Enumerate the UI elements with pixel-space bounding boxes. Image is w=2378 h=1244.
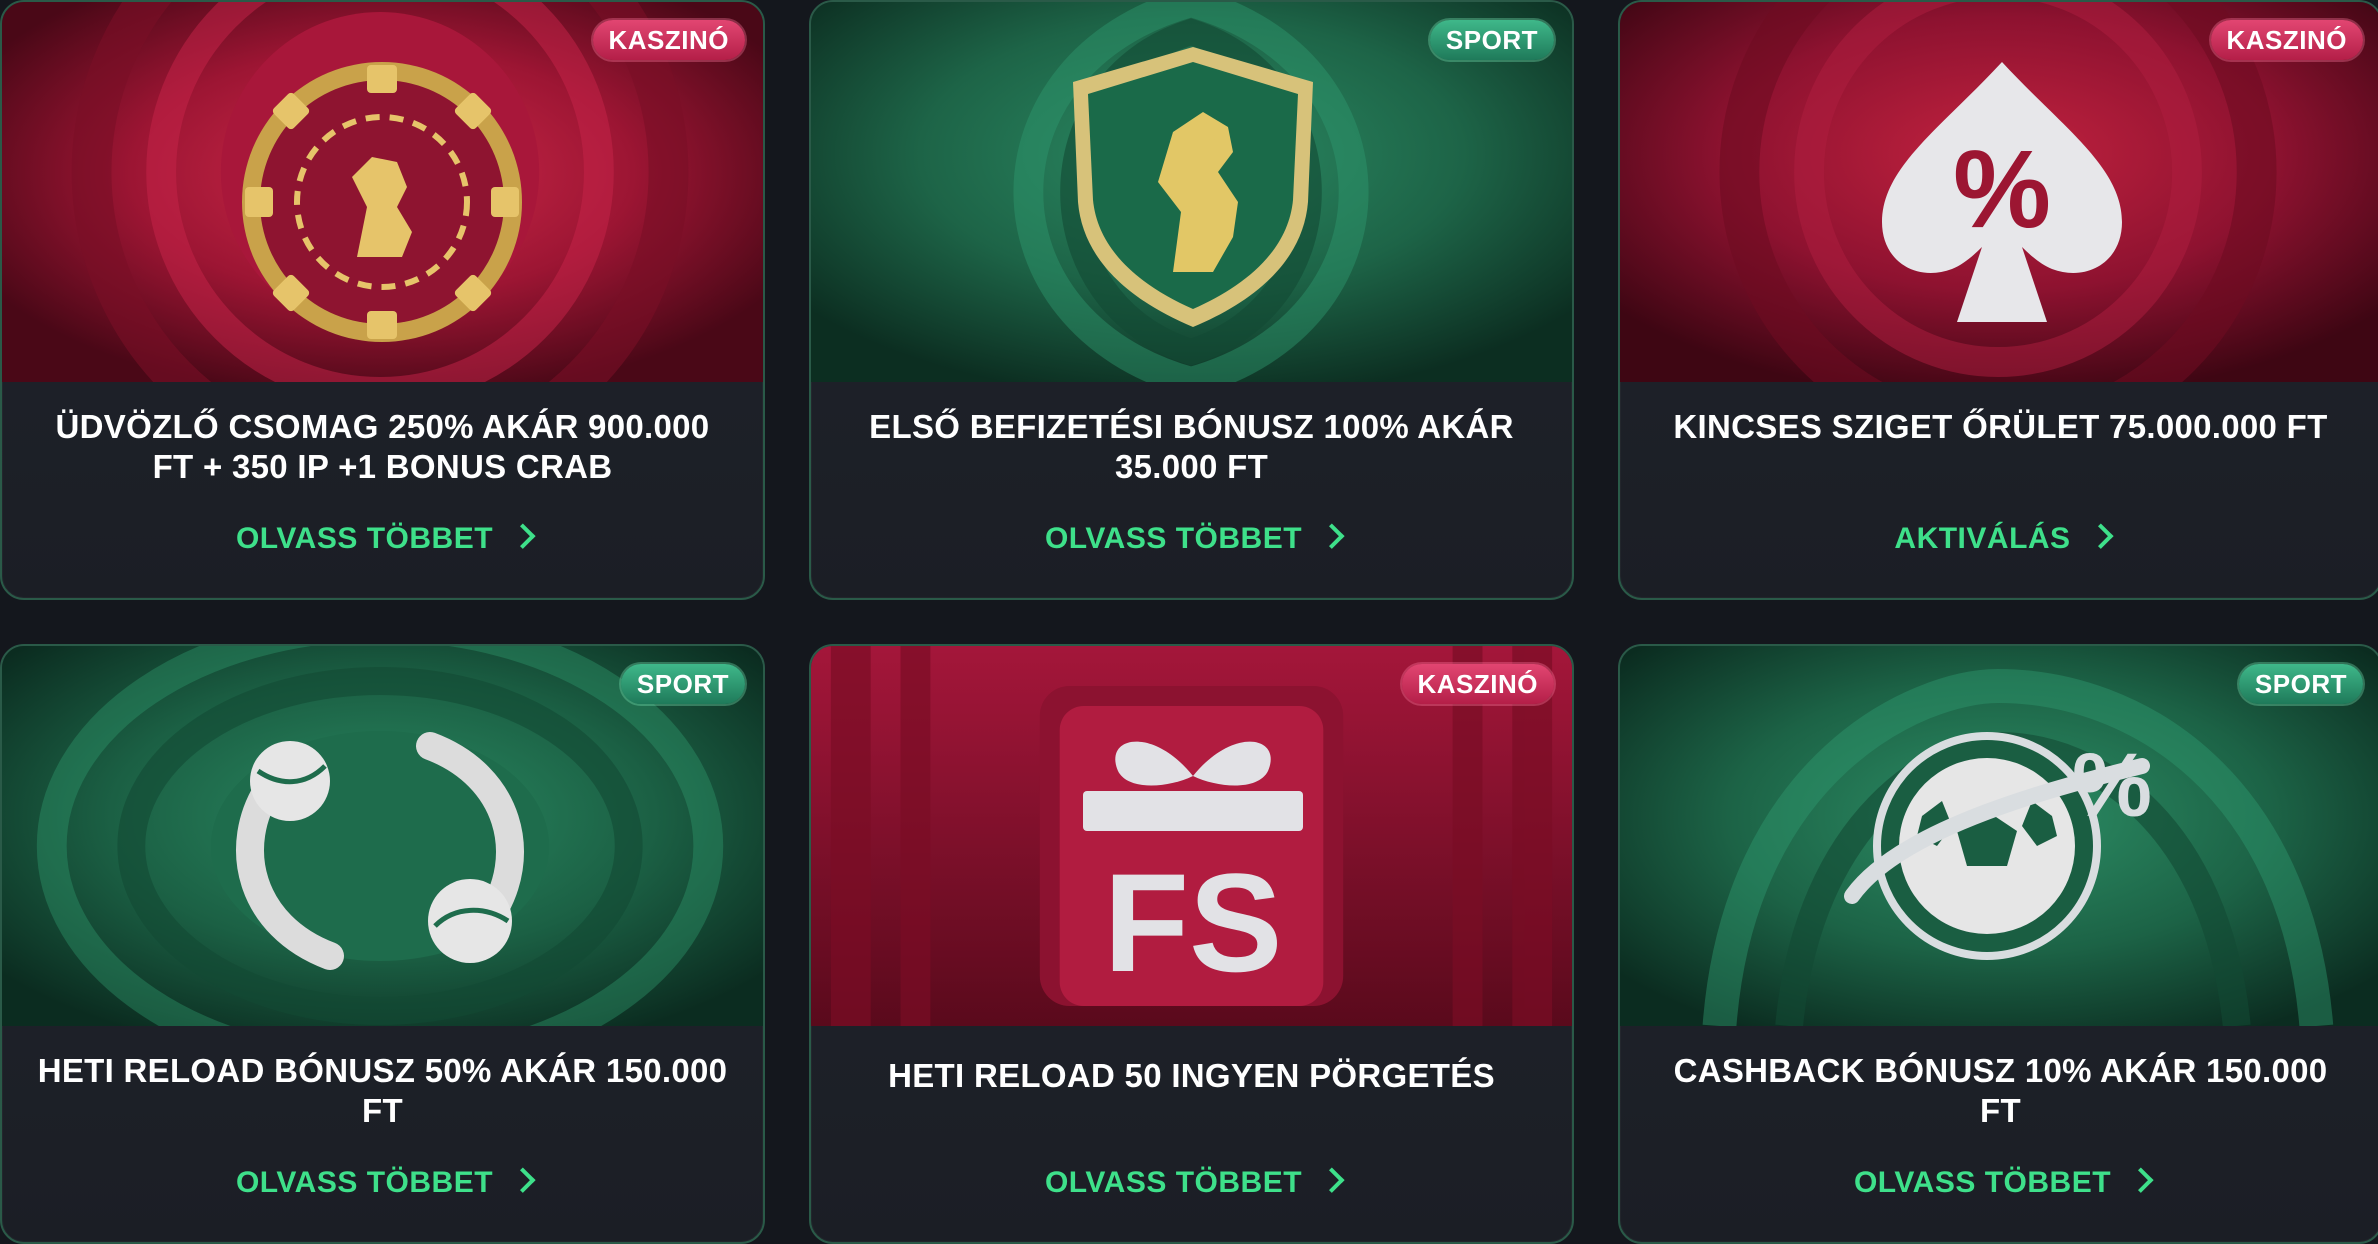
promo-title: ÜDVÖZLŐ CSOMAG 250% AKÁR 900.000 FT + 35… <box>55 408 710 485</box>
chevron-right-icon <box>2087 523 2114 549</box>
promo-card-welcome-package[interactable]: KASZINÓ ÜDVÖZLŐ CSOMAG 250% AKÁR 900.000… <box>0 0 765 600</box>
promo-title: HETI RELOAD BÓNUSZ 50% AKÁR 150.000 FT <box>37 1052 728 1129</box>
promo-title: ELSŐ BEFIZETÉSI BÓNUSZ 100% AKÁR 35.000 … <box>869 408 1514 485</box>
promo-card-cashback-bonus[interactable]: % SPORT CASHBACK BÓNUSZ 10% AKÁR 150.000… <box>1618 644 2378 1244</box>
category-badge: KASZINÓ <box>592 20 745 60</box>
read-more-link[interactable]: OLVASS TÖBBET <box>1620 1166 2378 1200</box>
chevron-right-icon <box>510 523 536 549</box>
category-badge: SPORT <box>2238 664 2363 704</box>
chevron-right-icon <box>2128 1167 2154 1193</box>
lion-shield-icon <box>1063 42 1323 332</box>
cta-label: OLVASS TÖBBET <box>1044 522 1303 555</box>
read-more-link[interactable]: OLVASS TÖBBET <box>811 522 1572 556</box>
category-badge: KASZINÓ <box>1401 664 1554 704</box>
chevron-right-icon <box>1319 1167 1345 1193</box>
svg-text:%: % <box>1953 128 2051 251</box>
read-more-link[interactable]: OLVASS TÖBBET <box>811 1166 1572 1200</box>
cta-label: OLVASS TÖBBET <box>1044 1166 1303 1199</box>
promo-card-weekly-free-spins[interactable]: FS KASZINÓ HETI RELOAD 50 INGYEN PÖRGETÉ… <box>809 644 1574 1244</box>
cta-label: AKTIVÁLÁS <box>1894 522 2071 555</box>
spade-percent-icon: % <box>1872 57 2132 327</box>
football-percent-icon: % <box>1842 706 2162 976</box>
read-more-link[interactable]: OLVASS TÖBBET <box>2 1166 763 1200</box>
chevron-right-icon <box>1319 523 1345 549</box>
promo-card-weekly-reload-bonus[interactable]: SPORT HETI RELOAD BÓNUSZ 50% AKÁR 150.00… <box>0 644 765 1244</box>
reload-balls-icon <box>210 726 550 976</box>
cta-label: OLVASS TÖBBET <box>235 1166 494 1199</box>
category-badge: KASZINÓ <box>2210 20 2363 60</box>
gift-fs-icon: FS <box>1073 716 1313 1001</box>
chevron-right-icon <box>510 1167 536 1193</box>
promo-title: HETI RELOAD 50 INGYEN PÖRGETÉS <box>888 1057 1495 1094</box>
promo-card-treasure-island[interactable]: % KASZINÓ KINCSES SZIGET ŐRÜLET 75.000.0… <box>1618 0 2378 600</box>
svg-text:%: % <box>2072 736 2152 836</box>
read-more-link[interactable]: OLVASS TÖBBET <box>2 522 763 556</box>
promo-title: KINCSES SZIGET ŐRÜLET 75.000.000 FT <box>1673 408 2328 445</box>
cta-label: OLVASS TÖBBET <box>235 522 494 555</box>
cta-label: OLVASS TÖBBET <box>1853 1166 2112 1199</box>
promo-card-first-deposit[interactable]: SPORT ELSŐ BEFIZETÉSI BÓNUSZ 100% AKÁR 3… <box>809 0 1574 600</box>
activate-link[interactable]: AKTIVÁLÁS <box>1620 522 2378 556</box>
svg-text:FS: FS <box>1104 844 1283 986</box>
category-badge: SPORT <box>620 664 745 704</box>
casino-chip-lion-icon <box>237 57 527 347</box>
category-badge: SPORT <box>1429 20 1554 60</box>
promotions-grid: KASZINÓ ÜDVÖZLŐ CSOMAG 250% AKÁR 900.000… <box>0 0 2378 1244</box>
promo-title: CASHBACK BÓNUSZ 10% AKÁR 150.000 FT <box>1673 1052 2328 1129</box>
